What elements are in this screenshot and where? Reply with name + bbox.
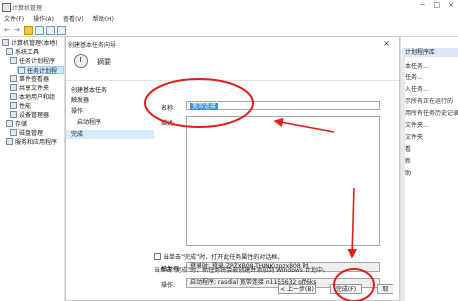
action-item[interactable]: 任务... <box>405 72 423 81</box>
computer-management-icon <box>2 3 11 12</box>
forward-arrow-icon[interactable]: → <box>13 26 21 34</box>
operation-label: 操作: <box>161 282 176 289</box>
description-label: 描述: <box>161 120 176 127</box>
shared-folder-icon <box>10 84 17 91</box>
tree-computer-management[interactable]: 计算机管理(本地) <box>2 39 58 47</box>
back-button[interactable]: < 上一步(B) <box>278 284 316 294</box>
tree-event-viewer[interactable]: 事件查看器 <box>10 75 49 83</box>
tree-system-tools[interactable]: 系统工具 <box>6 48 39 56</box>
users-icon <box>10 93 17 100</box>
action-item[interactable]: 看 <box>405 144 411 153</box>
action-item[interactable]: 示所有正在运行的 <box>405 96 453 105</box>
help-icon[interactable] <box>46 26 55 35</box>
actions-panel-title: 计划程序库 <box>402 48 458 57</box>
step-create-basic-task[interactable]: 创建基本任务 <box>71 86 107 95</box>
actions-panel-separator <box>401 57 405 301</box>
action-item[interactable]: 本任务... <box>405 61 429 70</box>
computer-icon <box>2 39 9 46</box>
task-name-value: 宽带连接 <box>190 103 219 110</box>
menu-help[interactable]: 帮助(H) <box>93 14 114 24</box>
tree-task-library[interactable]: 任务计划程 <box>17 66 64 75</box>
create-basic-task-wizard: 创建基本任务向导 × 摘要 创建基本任务 触发器 操作 启动程序 完成 名称: … <box>65 36 400 301</box>
step-action[interactable]: 操作 <box>71 107 83 116</box>
tree-shared-folders[interactable]: 共享文件夹 <box>10 84 49 92</box>
computer-management-window: 计算机管理 − □ × 文件(F) 操作(A) 查看(V) 帮助(H) ← → … <box>0 0 458 301</box>
finish-hint: 当单击“完成”时，新任务将会被创建并添加到 Windows 计划中。 <box>154 267 329 274</box>
summary-heading: 摘要 <box>97 58 111 66</box>
menu-bar: 文件(F) 操作(A) 查看(V) 帮助(H) <box>0 14 458 24</box>
action-item[interactable]: 新 <box>405 156 411 165</box>
tree-device-manager[interactable]: 设备管理器 <box>10 111 49 119</box>
cancel-button[interactable]: 取 <box>377 284 393 294</box>
tree-task-scheduler[interactable]: 任务计划程序 <box>10 57 55 65</box>
navigation-tree: 计算机管理(本地) 系统工具 任务计划程序 任务计划程 事件查看器 共享文件夹 … <box>0 37 65 301</box>
tools-icon <box>6 48 13 55</box>
folder-icon <box>18 67 25 74</box>
dialog-close-button[interactable]: × <box>383 39 390 48</box>
wizard-steps: 创建基本任务 触发器 操作 启动程序 完成 <box>66 81 154 300</box>
open-properties-checkbox[interactable] <box>154 253 161 260</box>
maximize-button[interactable]: □ <box>434 1 441 13</box>
disk-icon <box>10 129 17 136</box>
menu-file[interactable]: 文件(F) <box>4 14 24 24</box>
tree-services-applications[interactable]: 服务和应用程序 <box>6 138 57 146</box>
finish-button[interactable]: 完成(F) <box>330 284 362 294</box>
action-item[interactable]: 助 <box>405 168 411 177</box>
minimize-button[interactable]: − <box>420 1 426 13</box>
event-viewer-icon <box>10 75 17 82</box>
services-icon <box>6 138 13 145</box>
window-controls: − □ × <box>420 1 454 13</box>
menu-view[interactable]: 查看(V) <box>63 14 84 24</box>
task-name-input[interactable]: 宽带连接 <box>186 101 380 110</box>
menu-action[interactable]: 操作(A) <box>33 14 54 24</box>
folder-icon[interactable] <box>24 26 33 35</box>
window-titlebar: 计算机管理 − □ × <box>0 0 458 14</box>
properties-icon[interactable] <box>35 26 44 35</box>
description-textarea[interactable] <box>186 116 380 246</box>
device-manager-icon <box>10 111 17 118</box>
storage-icon <box>6 120 13 127</box>
dialog-title: 创建基本任务向导 <box>68 42 117 49</box>
tree-performance[interactable]: 性能 <box>10 102 31 110</box>
performance-icon <box>10 102 17 109</box>
actions-panel: 计划程序库 本任务... 任务... 入任务... 示所有正在运行的 用所有任务… <box>400 37 458 301</box>
close-button[interactable]: × <box>448 1 454 13</box>
panel-icon[interactable] <box>57 26 66 35</box>
window-title: 计算机管理 <box>12 5 43 12</box>
clock-icon <box>10 57 17 64</box>
back-arrow-icon[interactable]: ← <box>3 26 11 34</box>
action-item[interactable]: 入任务... <box>405 84 429 93</box>
tree-local-users[interactable]: 本地用户和组 <box>10 93 55 101</box>
action-item[interactable]: 文件夹... <box>405 120 429 129</box>
tree-disk-management[interactable]: 磁盘管理 <box>10 129 43 137</box>
action-item[interactable]: 文件夹 <box>405 132 423 141</box>
task-clock-icon <box>74 54 88 68</box>
step-trigger[interactable]: 触发器 <box>71 96 89 105</box>
action-item[interactable]: 用所有任务历史记录 <box>405 108 458 117</box>
step-finish[interactable]: 完成 <box>66 130 154 139</box>
step-start-program[interactable]: 启动程序 <box>77 118 101 127</box>
name-label: 名称: <box>161 105 176 112</box>
tree-storage[interactable]: 存储 <box>6 120 27 128</box>
open-properties-label: 当单击“完成”时，打开此任务属性的对话框。 <box>163 254 284 261</box>
